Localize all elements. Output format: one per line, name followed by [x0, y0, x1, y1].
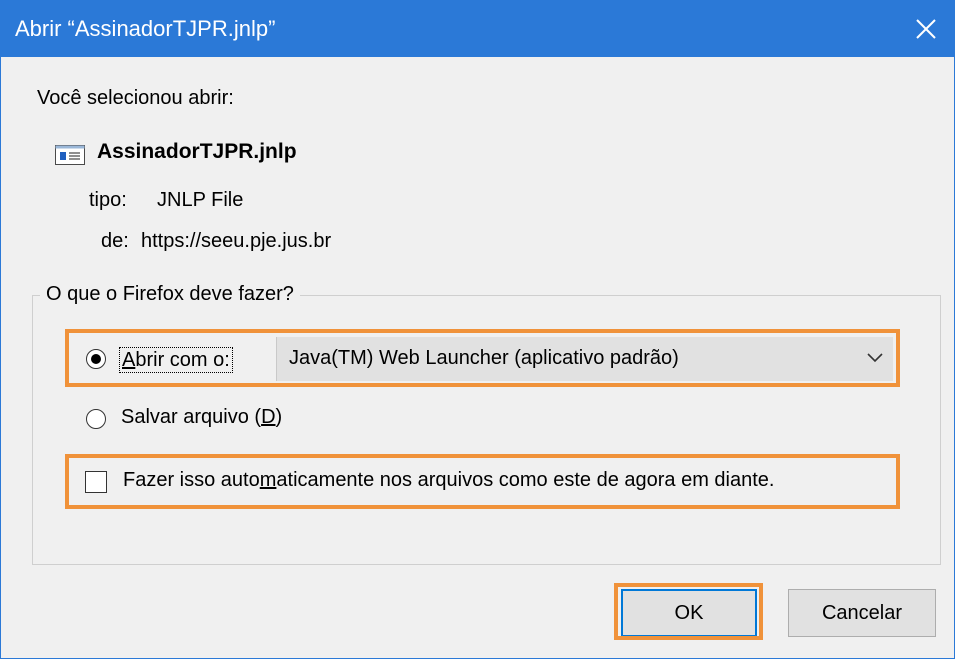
- source-label: de:: [101, 230, 129, 252]
- save-file-label-prefix: Salvar arquivo (: [121, 406, 262, 428]
- title-bar: Abrir “AssinadorTJPR.jnlp”: [1, 1, 954, 57]
- highlight-open-with: [65, 329, 900, 387]
- file-name: AssinadorTJPR.jnlp: [97, 140, 297, 163]
- dialog-body: Você selecionou abrir: AssinadorTJPR.jnl…: [1, 57, 954, 658]
- save-file-label-key: D: [261, 406, 276, 428]
- action-group-legend: O que o Firefox deve fazer?: [40, 283, 300, 306]
- highlight-ok-button: [614, 583, 763, 640]
- type-label: tipo:: [89, 189, 127, 211]
- window-title: Abrir “AssinadorTJPR.jnlp”: [15, 16, 276, 41]
- close-icon: [916, 19, 936, 39]
- intro-text: Você selecionou abrir:: [37, 87, 234, 109]
- open-file-dialog: Abrir “AssinadorTJPR.jnlp” Você selecion…: [0, 0, 955, 659]
- type-value: JNLP File: [157, 189, 244, 211]
- highlight-auto-action: [65, 454, 900, 509]
- cancel-button[interactable]: Cancelar: [788, 589, 936, 637]
- close-button[interactable]: [898, 1, 954, 57]
- save-file-label-suffix: ): [275, 406, 283, 428]
- source-value: https://seeu.pje.jus.br: [141, 230, 332, 252]
- document-icon: [55, 145, 85, 165]
- save-file-radio[interactable]: [86, 409, 106, 429]
- save-file-label[interactable]: Salvar arquivo (D): [121, 406, 282, 429]
